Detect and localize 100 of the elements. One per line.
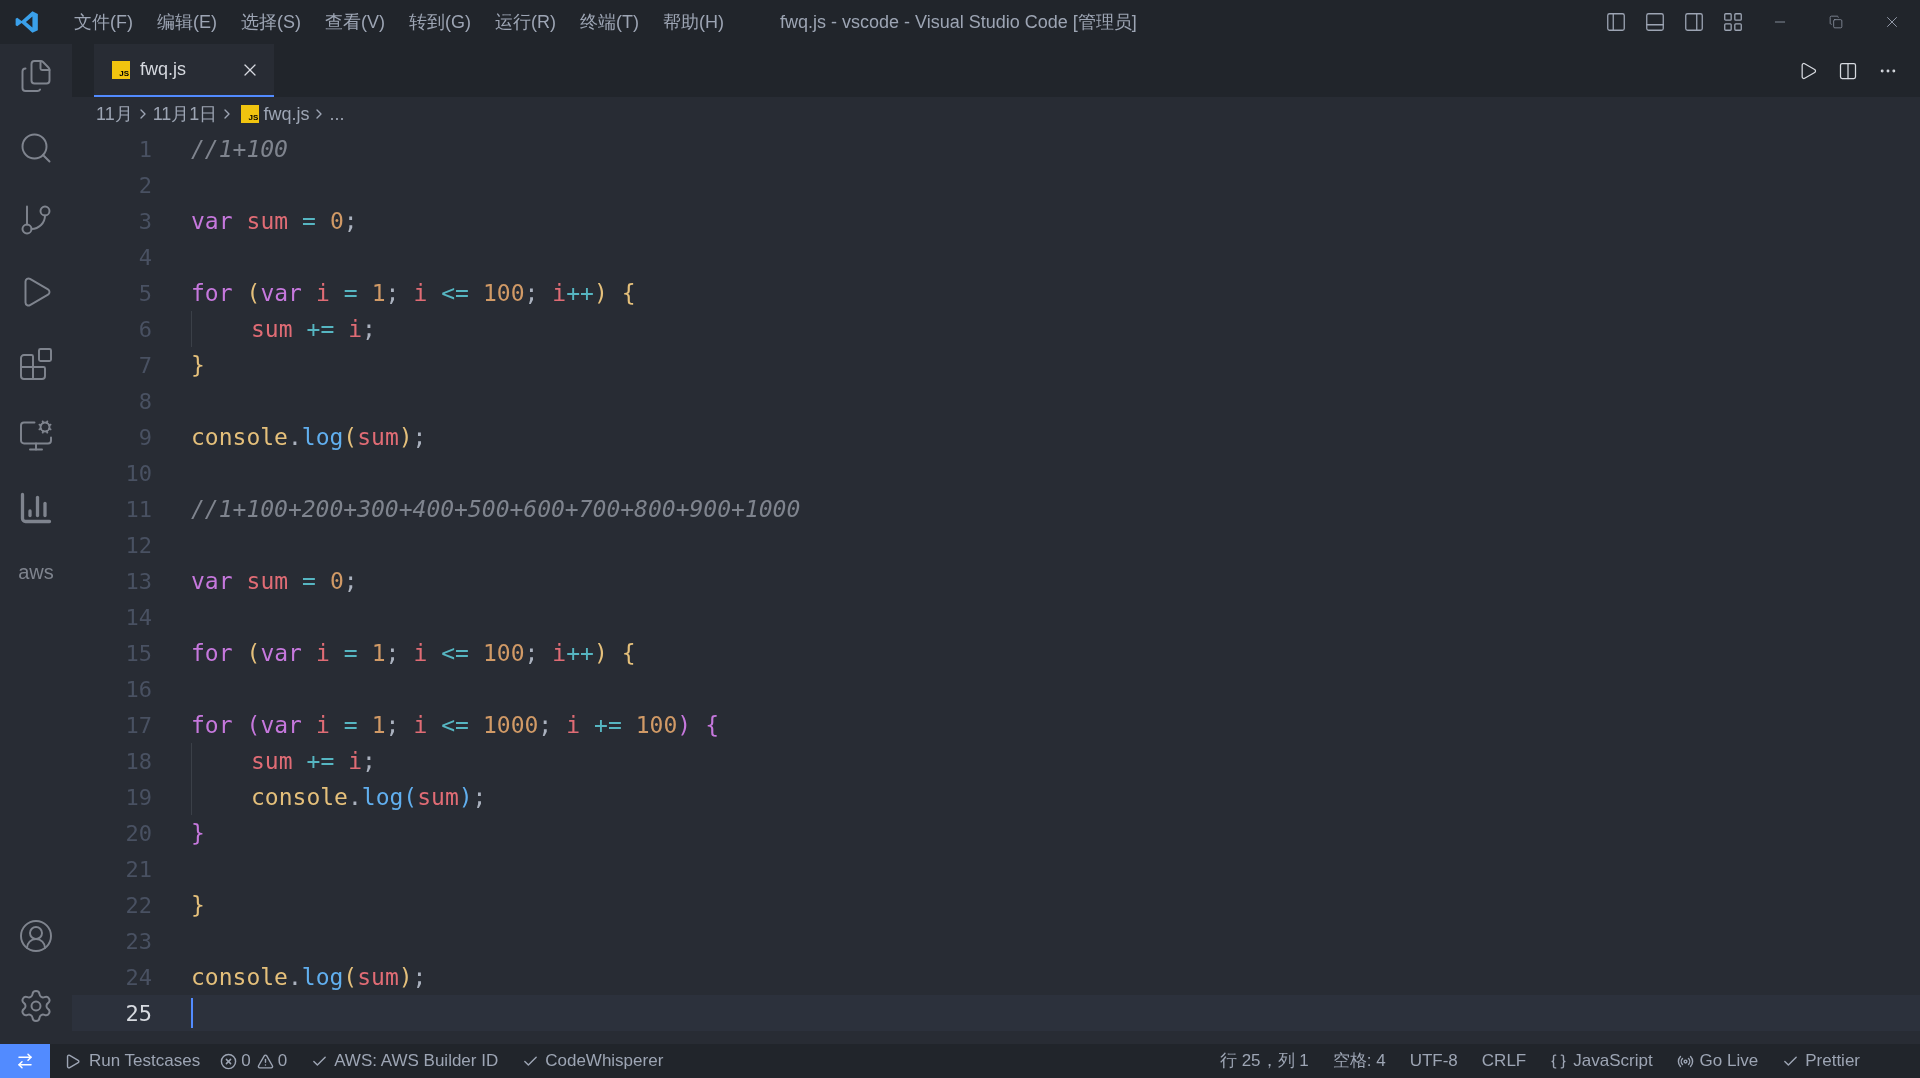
menu-item[interactable]: 文件(F) xyxy=(62,8,145,36)
code-token: ; xyxy=(343,206,358,236)
code-token: i xyxy=(413,278,428,308)
code-token: ( xyxy=(246,710,261,740)
code-token: ; xyxy=(385,278,400,308)
code-token: var xyxy=(260,278,302,308)
code-token: i xyxy=(348,746,363,776)
code-token: i xyxy=(315,638,330,668)
code-token: ; xyxy=(524,278,539,308)
breadcrumb-item[interactable]: fwq.js xyxy=(263,100,310,128)
status-item[interactable]: AWS: AWS Builder ID xyxy=(311,1048,499,1074)
code-token: i xyxy=(348,314,363,344)
line-number: 25 xyxy=(124,999,152,1028)
code-token: ) xyxy=(593,638,608,668)
braces-icon xyxy=(1550,1052,1568,1070)
code-token: ( xyxy=(343,422,358,452)
code-token: 0 xyxy=(329,566,344,596)
code-token: console xyxy=(191,962,288,992)
code-token: ) xyxy=(677,710,692,740)
code-token: . xyxy=(347,782,362,812)
code-token: <= xyxy=(441,710,469,740)
run-testcases-button[interactable]: Run Testcases xyxy=(64,1048,201,1074)
menu-item[interactable]: 查看(V) xyxy=(313,8,397,36)
code-token: 1 xyxy=(371,278,386,308)
code-token: 100 xyxy=(482,278,525,308)
js-file-icon: JS xyxy=(241,105,260,123)
aws-icon[interactable]: aws xyxy=(18,561,54,583)
menu-item[interactable]: 选择(S) xyxy=(229,8,313,36)
code-token: i xyxy=(315,278,330,308)
code-token: var xyxy=(260,710,302,740)
toggle-panel-icon[interactable] xyxy=(1644,11,1666,33)
code-token: sum xyxy=(417,782,459,812)
menu-item[interactable]: 帮助(H) xyxy=(650,8,736,36)
code-token: sum xyxy=(246,566,289,596)
status-item[interactable]: 空格: 4 xyxy=(1332,1048,1386,1074)
remote-icon xyxy=(16,1052,34,1070)
code-token: 1 xyxy=(371,710,386,740)
code-token: ; xyxy=(343,566,358,596)
settings-icon[interactable] xyxy=(18,988,54,1024)
code-token: <= xyxy=(441,638,469,668)
menu-item[interactable]: 终端(T) xyxy=(568,8,651,36)
code-token: log xyxy=(301,422,344,452)
code-token: += xyxy=(594,710,622,740)
code-token: console xyxy=(191,422,288,452)
code-token: i xyxy=(413,710,428,740)
status-item[interactable]: 行 25，列 1 xyxy=(1219,1048,1309,1074)
code-token: ; xyxy=(385,638,400,668)
menu-item[interactable]: 编辑(E) xyxy=(145,8,229,36)
code-token: ( xyxy=(246,638,261,668)
code-token: for xyxy=(191,278,233,308)
warning-count: 0 xyxy=(277,1050,288,1073)
bar-chart-icon[interactable] xyxy=(18,490,54,526)
code-token: log xyxy=(361,782,404,812)
code-token: { xyxy=(621,278,636,308)
code-token: ; xyxy=(362,314,376,344)
play-icon xyxy=(64,1052,81,1070)
customize-layout-icon[interactable] xyxy=(1722,11,1744,33)
code-token: var xyxy=(191,206,233,236)
toggle-secondary-sidebar-icon[interactable] xyxy=(1683,11,1705,33)
menu-item[interactable]: 运行(R) xyxy=(483,8,568,36)
editor-tab[interactable]: JS fwq.js xyxy=(94,44,274,97)
code-token: ; xyxy=(472,782,487,812)
code-token: sum xyxy=(246,206,289,236)
toggle-sidebar-icon[interactable] xyxy=(1605,11,1627,33)
breadcrumb-item[interactable]: ... xyxy=(329,100,345,128)
split-editor-icon[interactable] xyxy=(1838,60,1858,81)
code-token: ; xyxy=(538,710,553,740)
menu-item[interactable]: 转到(G) xyxy=(397,8,483,36)
error-icon xyxy=(220,1052,238,1070)
code-token: i xyxy=(566,710,581,740)
code-token: 1 xyxy=(371,638,386,668)
code-token: ) xyxy=(398,422,413,452)
remote-button[interactable] xyxy=(0,1044,50,1078)
prettier-button[interactable]: Prettier xyxy=(1782,1048,1860,1074)
code-token: var xyxy=(191,566,233,596)
status-label: Go Live xyxy=(1699,1050,1759,1073)
language-button[interactable]: JavaScript xyxy=(1550,1048,1653,1074)
vscode-logo-icon xyxy=(14,9,40,35)
code-token: ++ xyxy=(566,278,594,308)
status-item[interactable]: UTF-8 xyxy=(1409,1048,1458,1074)
code-token: { xyxy=(621,638,636,668)
code-token: log xyxy=(301,962,344,992)
code-token: for xyxy=(191,710,233,740)
extensions-icon[interactable] xyxy=(18,346,54,382)
status-item[interactable]: CRLF xyxy=(1481,1048,1527,1074)
code-token: . xyxy=(287,422,302,452)
status-item[interactable]: CodeWhisperer xyxy=(522,1048,664,1074)
code-token: ( xyxy=(403,782,418,812)
account-icon[interactable] xyxy=(18,918,54,954)
code-token: 0 xyxy=(329,206,344,236)
code-token: ) xyxy=(593,278,608,308)
restore-icon[interactable] xyxy=(1829,15,1843,29)
go-live-button[interactable]: Go Live xyxy=(1676,1048,1759,1074)
status-label: AWS: AWS Builder ID xyxy=(334,1050,499,1073)
code-token: = xyxy=(302,206,316,236)
problems-button[interactable]: 0 0 xyxy=(220,1048,288,1074)
code-token: 100 xyxy=(482,638,525,668)
breadcrumb-item[interactable]: 11月1日 xyxy=(152,100,218,128)
code-token: } xyxy=(191,818,205,848)
breadcrumb-item[interactable]: 11月 xyxy=(96,100,133,128)
